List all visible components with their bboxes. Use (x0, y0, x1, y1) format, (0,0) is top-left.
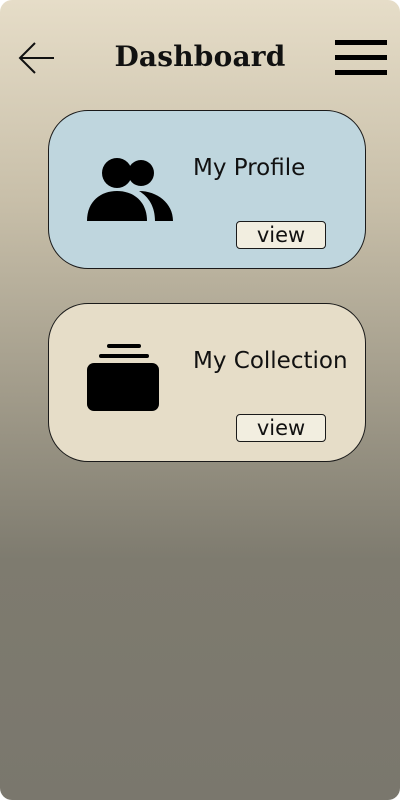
collection-box-icon (83, 344, 173, 424)
hamburger-menu-icon-bottom (335, 70, 387, 75)
profile-card[interactable]: My Profile view (48, 110, 366, 269)
users-icon (83, 151, 173, 231)
dashboard-screen: Dashboard My Profile view My Collection … (0, 0, 400, 800)
profile-card-label: My Profile (193, 155, 306, 181)
collection-card[interactable]: My Collection view (48, 303, 366, 462)
collection-view-button[interactable]: view (236, 414, 326, 442)
profile-view-button[interactable]: view (236, 221, 326, 249)
collection-card-label: My Collection (193, 348, 348, 374)
hamburger-menu-icon-middle (335, 55, 387, 60)
hamburger-menu-icon (335, 40, 387, 45)
menu-button[interactable] (335, 40, 387, 76)
